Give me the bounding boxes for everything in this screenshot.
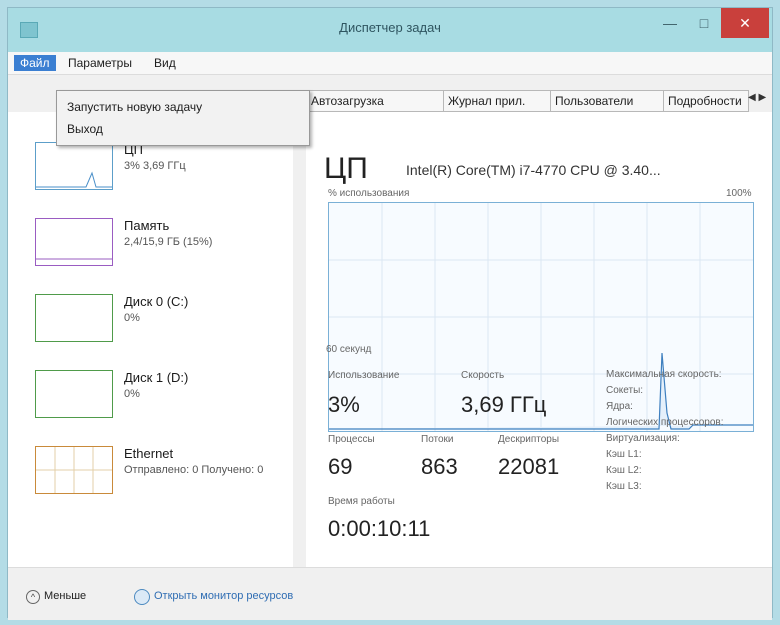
file-menu-dropdown: Запустить новую задачу Выход <box>56 90 310 146</box>
spec-l3-cache: Кэш L3: <box>606 481 642 492</box>
graph-time-label: 60 секунд <box>326 344 372 355</box>
sidebar-disk1-title: Диск 1 (D:) <box>124 370 189 385</box>
processes-value: 69 <box>328 454 353 479</box>
sidebar-item-ethernet[interactable]: Ethernet Отправлено: 0 Получено: 0 <box>8 438 293 508</box>
processes-label: Процессы <box>328 434 375 445</box>
title-bar: Диспетчер задач — □ ✕ <box>8 8 772 52</box>
cpu-spec-list: Максимальная скорость: Сокеты: Ядра: Лог… <box>606 367 723 495</box>
graph-usage-label: % использования <box>328 188 410 199</box>
usage-value: 3% <box>328 392 360 417</box>
tab-details[interactable]: Подробности <box>663 90 749 112</box>
spec-cores: Ядра: <box>606 401 633 412</box>
ethernet-thumbnail <box>35 446 113 494</box>
speed-value: 3,69 ГГц <box>461 392 547 417</box>
menu-view[interactable]: Вид <box>148 55 182 71</box>
resource-monitor-icon[interactable] <box>134 589 150 605</box>
menu-run-new-task[interactable]: Запустить новую задачу <box>67 97 202 117</box>
sidebar-item-memory[interactable]: Память 2,4/15,9 ГБ (15%) <box>8 210 293 280</box>
cpu-detail-panel: ЦП Intel(R) Core(TM) i7-4770 CPU @ 3.40.… <box>306 112 772 567</box>
close-button[interactable]: ✕ <box>721 8 769 38</box>
sidebar-disk0-sub: 0% <box>124 312 140 324</box>
fewer-details-link[interactable]: Меньше <box>44 590 86 602</box>
menu-bar: Файл Параметры Вид <box>8 52 772 75</box>
uptime-value: 0:00:10:11 <box>328 516 431 541</box>
cpu-model-name: Intel(R) Core(TM) i7-4770 CPU @ 3.40... <box>406 162 661 178</box>
sidebar-disk0-title: Диск 0 (C:) <box>124 294 189 309</box>
open-resource-monitor-link[interactable]: Открыть монитор ресурсов <box>154 590 293 602</box>
threads-label: Потоки <box>421 434 454 445</box>
tab-scroll-arrows[interactable]: ◀ ▶ <box>748 92 766 103</box>
menu-options[interactable]: Параметры <box>62 55 138 71</box>
sidebar-cpu-sub: 3% 3,69 ГГц <box>124 160 186 172</box>
disk0-thumbnail <box>35 294 113 342</box>
tab-startup[interactable]: Автозагрузка <box>306 90 444 112</box>
spec-virtualization: Виртуализация: <box>606 433 680 444</box>
sidebar-disk1-sub: 0% <box>124 388 140 400</box>
tab-users[interactable]: Пользователи <box>550 90 664 112</box>
speed-label: Скорость <box>461 370 505 381</box>
menu-exit[interactable]: Выход <box>67 119 103 139</box>
handles-value: 22081 <box>498 454 560 479</box>
chevron-up-icon[interactable]: ^ <box>26 590 40 604</box>
maximize-button[interactable]: □ <box>687 8 721 38</box>
spec-l2-cache: Кэш L2: <box>606 465 642 476</box>
handles-label: Дескрипторы <box>498 434 560 445</box>
spec-l1-cache: Кэш L1: <box>606 449 642 460</box>
status-bar: ^ Меньше Открыть монитор ресурсов <box>8 567 772 620</box>
performance-sidebar: ЦП 3% 3,69 ГГц Память 2,4/15,9 ГБ (15%) … <box>8 112 293 567</box>
graph-max-label: 100% <box>726 188 752 199</box>
spec-sockets: Сокеты: <box>606 385 644 396</box>
spec-max-speed: Максимальная скорость: <box>606 369 722 380</box>
threads-value: 863 <box>421 454 458 479</box>
minimize-button[interactable]: — <box>653 8 687 38</box>
memory-mini-graph <box>36 258 112 260</box>
sidebar-ethernet-title: Ethernet <box>124 446 174 461</box>
cpu-heading: ЦП <box>324 152 368 185</box>
task-manager-window: Диспетчер задач — □ ✕ Файл Параметры Вид… <box>7 7 773 620</box>
sidebar-ethernet-sub: Отправлено: 0 Получено: 0 <box>124 464 264 476</box>
sidebar-memory-title: Память <box>124 218 170 233</box>
sidebar-item-disk1[interactable]: Диск 1 (D:) 0% <box>8 362 293 432</box>
cpu-mini-graph <box>36 171 112 188</box>
usage-label: Использование <box>328 370 400 381</box>
ethernet-mini-graph <box>36 447 112 493</box>
memory-thumbnail <box>35 218 113 266</box>
menu-file[interactable]: Файл <box>14 55 56 71</box>
sidebar-item-disk0[interactable]: Диск 0 (C:) 0% <box>8 286 293 356</box>
sidebar-memory-sub: 2,4/15,9 ГБ (15%) <box>124 236 213 248</box>
tab-strip: Автозагрузка Журнал прил. Пользователи П… <box>306 88 772 112</box>
uptime-label: Время работы <box>328 496 395 507</box>
disk1-thumbnail <box>35 370 113 418</box>
tab-app-history[interactable]: Журнал прил. <box>443 90 551 112</box>
cpu-thumbnail <box>35 142 113 190</box>
spec-logical-processors: Логических процессоров: <box>606 417 724 428</box>
